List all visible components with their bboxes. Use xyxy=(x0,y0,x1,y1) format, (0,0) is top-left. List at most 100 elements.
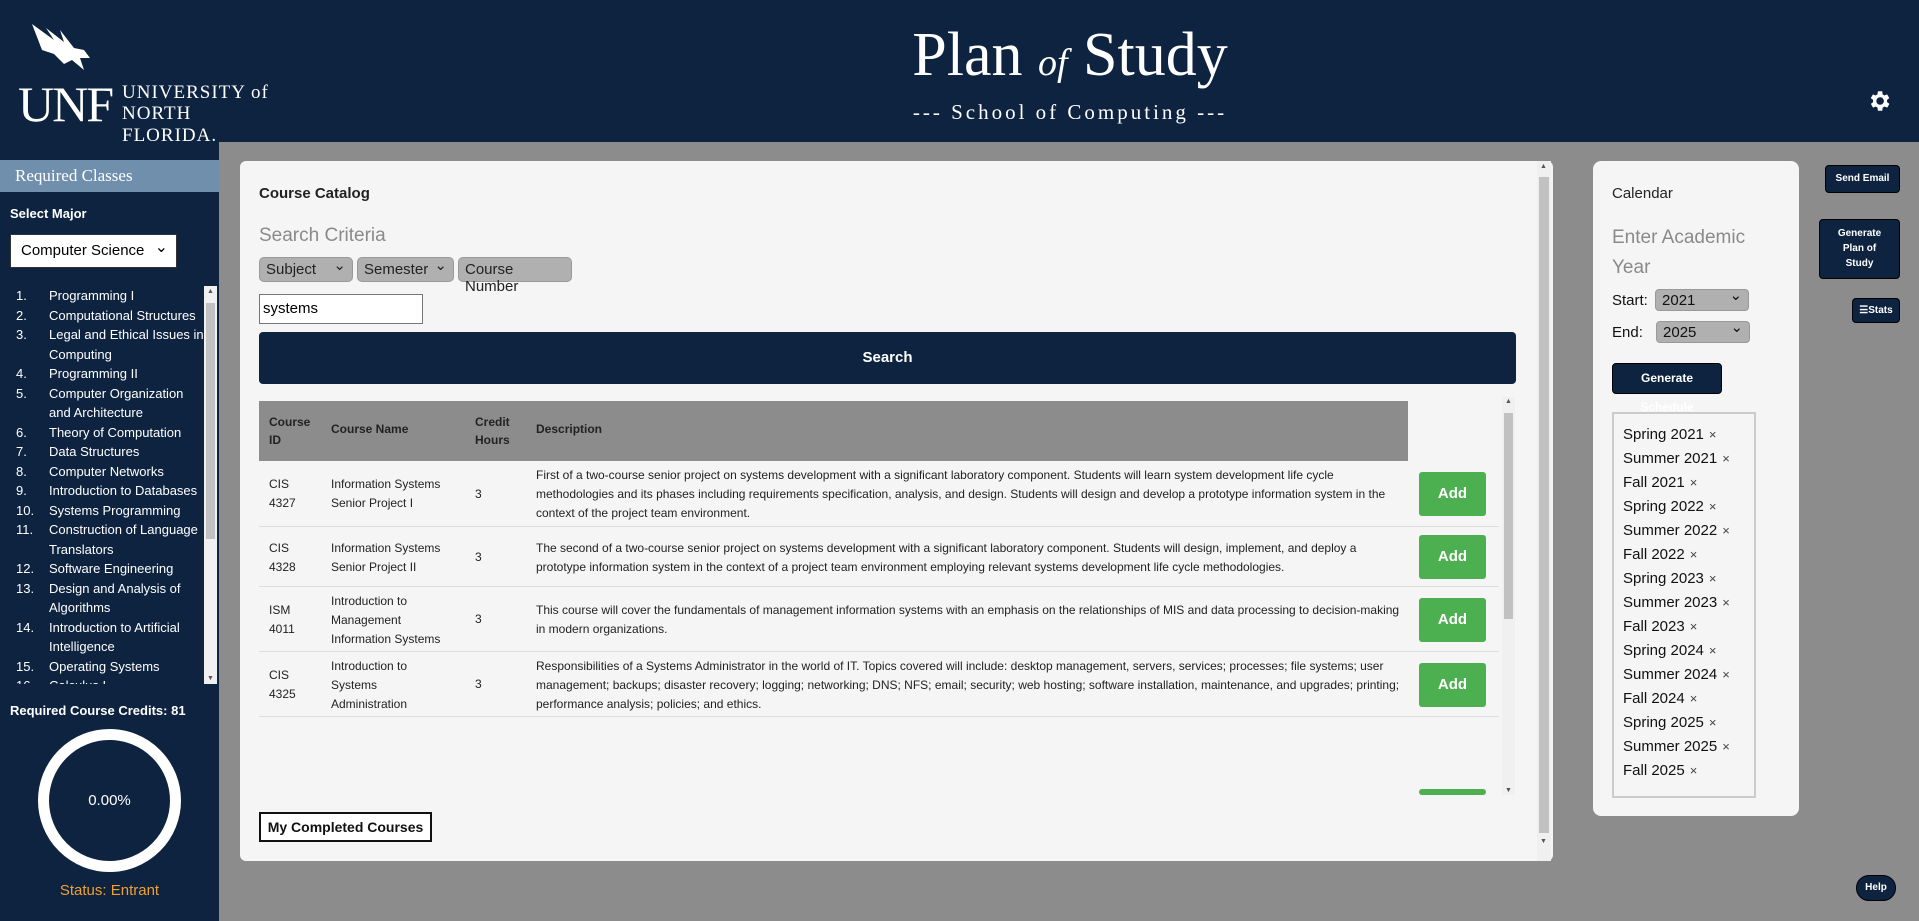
remove-semester-icon[interactable]: × xyxy=(1722,595,1730,610)
description-cell: Responsibilities of a Systems Administra… xyxy=(536,659,1400,711)
end-year-select[interactable]: 2025 xyxy=(1656,318,1751,343)
remove-semester-icon[interactable]: × xyxy=(1722,667,1730,682)
progress-percent: 0.00% xyxy=(88,792,131,809)
remove-semester-icon[interactable]: × xyxy=(1709,427,1717,442)
semester-item: Spring 2023 × xyxy=(1623,567,1754,591)
scroll-up-icon[interactable]: ▲ xyxy=(204,288,217,295)
table-scrollbar[interactable]: ▲ ▼ xyxy=(1502,397,1515,795)
course-number-input[interactable]: Course Number xyxy=(458,257,572,295)
semester-label: Spring 2022 xyxy=(1623,498,1704,515)
required-class-item[interactable]: 5. Computer Organization and Architecture xyxy=(10,384,206,423)
remove-semester-icon[interactable]: × xyxy=(1722,451,1730,466)
class-name: Computational Structures xyxy=(49,307,196,323)
semester-label: Summer 2021 xyxy=(1623,450,1718,467)
class-number: 3. xyxy=(16,327,27,342)
course-id-cell: CIS 4328 xyxy=(269,541,296,574)
scroll-up-icon[interactable]: ▲ xyxy=(1537,163,1550,170)
remove-semester-icon[interactable]: × xyxy=(1722,523,1730,538)
semester-label: Summer 2025 xyxy=(1623,738,1718,755)
required-class-item[interactable]: 14. Introduction to Artificial Intelligen… xyxy=(10,618,206,657)
generate-plan-button[interactable]: Generate Plan of Study xyxy=(1819,219,1900,279)
scroll-up-icon[interactable]: ▲ xyxy=(1502,398,1515,405)
scrollbar-thumb[interactable] xyxy=(1539,177,1549,833)
search-input[interactable]: systems xyxy=(259,294,423,324)
credit-hours-cell: 3 xyxy=(475,677,482,691)
page-subtitle: --- School of Computing --- xyxy=(912,100,1228,124)
remove-semester-icon[interactable]: × xyxy=(1709,643,1717,658)
table-row: CIS 4327 Information Systems Senior Proje… xyxy=(259,461,1499,527)
unf-logo[interactable]: UNF UNIVERSITY of NORTH FLORIDA. xyxy=(18,20,288,146)
remove-semester-icon[interactable]: × xyxy=(1722,739,1730,754)
scroll-down-icon[interactable]: ▼ xyxy=(1537,838,1550,845)
table-row: ISM 4011 Introduction to Management Infor… xyxy=(259,587,1499,652)
semester-label: Fall 2022 xyxy=(1623,546,1685,563)
class-name: Systems Programming xyxy=(49,502,181,518)
remove-semester-icon[interactable]: × xyxy=(1709,499,1717,514)
required-class-item[interactable]: 15. Operating Systems xyxy=(10,657,206,677)
required-class-item[interactable]: 4. Programming II xyxy=(10,364,206,384)
class-list-scrollbar[interactable]: ▲ ▼ xyxy=(204,286,217,684)
required-credits: Required Course Credits: 81 xyxy=(10,703,186,718)
semester-label: Fall 2025 xyxy=(1623,762,1685,779)
semester-label: Spring 2023 xyxy=(1623,570,1704,587)
required-class-item[interactable]: 10. Systems Programming xyxy=(10,501,206,521)
required-class-item[interactable]: 8. Computer Networks xyxy=(10,462,206,482)
my-completed-courses-button[interactable]: My Completed Courses xyxy=(259,812,432,842)
course-id-cell: CIS 4327 xyxy=(269,477,296,510)
major-select[interactable]: Computer Science xyxy=(10,234,177,268)
col-credit-hours: Credit Hours xyxy=(475,415,510,447)
calendar-title: Calendar xyxy=(1612,185,1673,202)
search-button[interactable]: Search xyxy=(259,332,1516,384)
start-year-select[interactable]: 2021 xyxy=(1655,286,1750,311)
required-class-item[interactable]: 9. Introduction to Databases xyxy=(10,481,206,501)
remove-semester-icon[interactable]: × xyxy=(1690,547,1698,562)
remove-semester-icon[interactable]: × xyxy=(1709,571,1717,586)
search-criteria-label: Search Criteria xyxy=(259,225,386,246)
class-name: Computer Networks xyxy=(49,463,164,479)
calendar-panel: Calendar Enter Academic Year Start: 2021… xyxy=(1593,161,1799,816)
required-class-item[interactable]: 16. Calculus I xyxy=(10,676,206,684)
add-course-button[interactable]: Add xyxy=(1419,472,1486,516)
description-cell: First of a two-course senior project on … xyxy=(536,468,1386,520)
panel-scrollbar[interactable]: ▲ ▼ xyxy=(1537,161,1551,861)
required-class-item[interactable]: 13. Design and Analysis of Algorithms xyxy=(10,579,206,618)
semester-select[interactable]: Semester xyxy=(357,256,454,282)
remove-semester-icon[interactable]: × xyxy=(1690,619,1698,634)
required-class-item[interactable]: 1. Programming I xyxy=(10,286,206,306)
semester-item: Fall 2024 × xyxy=(1623,687,1754,711)
class-name: Computer Organization and Architecture xyxy=(49,385,184,421)
required-class-item[interactable]: 6. Theory of Computation xyxy=(10,423,206,443)
remove-semester-icon[interactable]: × xyxy=(1709,715,1717,730)
required-class-item[interactable]: 3. Legal and Ethical Issues in Computing xyxy=(10,325,206,364)
scroll-down-icon[interactable]: ▼ xyxy=(204,675,217,682)
add-course-button[interactable]: Add xyxy=(1419,598,1486,642)
add-course-button[interactable]: Add xyxy=(1419,663,1486,707)
remove-semester-icon[interactable]: × xyxy=(1690,691,1698,706)
required-class-item[interactable]: 12. Software Engineering xyxy=(10,559,206,579)
semester-item: Summer 2025 × xyxy=(1623,735,1754,759)
scrollbar-thumb[interactable] xyxy=(206,303,215,539)
subject-select[interactable]: Subject xyxy=(259,256,353,282)
search-filters: Subject Semester Course Number xyxy=(259,256,572,295)
class-number: 6. xyxy=(16,424,27,440)
description-cell: This course will cover the fundamentals … xyxy=(536,603,1400,636)
scroll-down-icon[interactable]: ▼ xyxy=(1502,787,1515,794)
gear-icon[interactable] xyxy=(1866,88,1892,114)
required-class-item[interactable]: 7. Data Structures xyxy=(10,442,206,462)
help-button[interactable]: Help xyxy=(1856,875,1896,901)
class-number: 9. xyxy=(16,483,27,498)
col-course-name: Course Name xyxy=(331,422,409,436)
start-year-row: Start: 2021 xyxy=(1612,286,1750,311)
stats-button[interactable]: ☰Stats xyxy=(1852,298,1900,323)
generate-schedule-button[interactable]: Generate Schedule xyxy=(1612,363,1722,414)
required-class-list: 1. Programming I 2. Computational Structure… xyxy=(10,286,206,684)
required-class-item[interactable]: 2. Computational Structures xyxy=(10,306,206,326)
required-class-item[interactable]: 11. Construction of Language Translators xyxy=(10,520,206,559)
scrollbar-thumb[interactable] xyxy=(1504,413,1513,619)
table-row: CIS 4328 Information Systems Senior Proje… xyxy=(259,527,1499,587)
add-course-button[interactable] xyxy=(1419,789,1486,795)
remove-semester-icon[interactable]: × xyxy=(1690,475,1698,490)
send-email-button[interactable]: Send Email xyxy=(1825,165,1900,193)
add-course-button[interactable]: Add xyxy=(1419,535,1486,579)
remove-semester-icon[interactable]: × xyxy=(1690,763,1698,778)
